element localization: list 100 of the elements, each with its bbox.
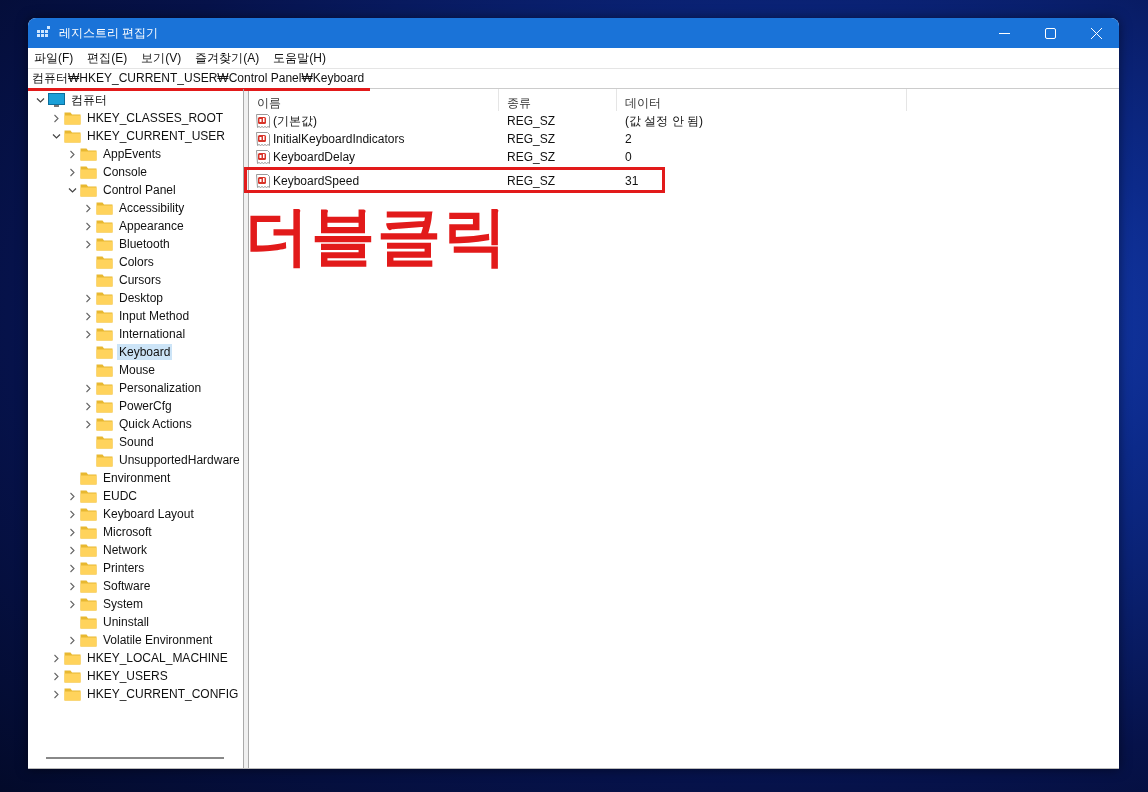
- menu-item[interactable]: 보기(V): [141, 49, 182, 67]
- column-header[interactable]: 데이터: [617, 89, 907, 111]
- expand-chevron-icon[interactable]: [83, 329, 93, 339]
- expand-chevron-icon[interactable]: [67, 545, 77, 555]
- column-header[interactable]: 종류: [499, 89, 617, 111]
- tree-item[interactable]: Input Method: [117, 308, 192, 324]
- expand-chevron-icon[interactable]: [83, 239, 93, 249]
- tree-item[interactable]: Personalization: [117, 380, 204, 396]
- annotation-caption: 더블클릭: [245, 204, 509, 268]
- folder-icon: [96, 255, 113, 269]
- expand-chevron-icon[interactable]: [83, 401, 93, 411]
- string-value-icon: [255, 131, 271, 147]
- expand-chevron-icon[interactable]: [67, 509, 77, 519]
- folder-icon: [96, 417, 113, 431]
- address-bar[interactable]: 컴퓨터₩HKEY_CURRENT_USER₩Control Panel₩Keyboard: [28, 70, 371, 91]
- menu-item[interactable]: 파일(F): [34, 49, 74, 67]
- folder-icon: [80, 633, 97, 647]
- tree-item[interactable]: Network: [101, 542, 149, 558]
- expand-chevron-icon[interactable]: [51, 113, 61, 123]
- close-icon: [1090, 27, 1102, 39]
- expand-chevron-icon[interactable]: [67, 581, 77, 591]
- expand-chevron-icon[interactable]: [67, 563, 77, 573]
- folder-icon: [80, 147, 97, 161]
- tree-item[interactable]: Bluetooth: [117, 236, 172, 252]
- tree-item[interactable]: System: [101, 596, 145, 612]
- value-name[interactable]: KeyboardSpeed: [273, 174, 360, 188]
- tree-item[interactable]: Accessibility: [117, 200, 187, 216]
- expand-chevron-icon[interactable]: [83, 311, 93, 321]
- folder-icon: [64, 129, 81, 143]
- expand-chevron-icon[interactable]: [67, 599, 77, 609]
- tree-item[interactable]: Quick Actions: [117, 416, 194, 432]
- tree-item[interactable]: International: [117, 326, 188, 342]
- folder-icon: [80, 525, 97, 539]
- value-name[interactable]: InitialKeyboardIndicators: [273, 132, 405, 146]
- tree-item[interactable]: Desktop: [117, 290, 166, 306]
- expand-chevron-icon[interactable]: [67, 491, 77, 501]
- tree-item[interactable]: HKEY_CURRENT_CONFIG: [85, 686, 241, 702]
- folder-icon: [80, 543, 97, 557]
- tree-item[interactable]: HKEY_USERS: [85, 668, 170, 684]
- tree-item[interactable]: Colors: [117, 254, 156, 270]
- folder-icon: [80, 471, 97, 485]
- column-header[interactable]: 이름: [249, 89, 499, 111]
- tree-item[interactable]: Volatile Environment: [101, 632, 215, 648]
- folder-icon: [64, 669, 81, 683]
- tree-item[interactable]: Mouse: [117, 362, 158, 378]
- collapse-chevron-icon[interactable]: [67, 185, 77, 195]
- tree-item[interactable]: 컴퓨터: [69, 92, 109, 108]
- menu-item[interactable]: 도움말(H): [273, 49, 326, 67]
- value-type: REG_SZ: [506, 132, 556, 146]
- tree-item[interactable]: PowerCfg: [117, 398, 174, 414]
- tree-item[interactable]: Console: [101, 164, 150, 180]
- expand-chevron-icon[interactable]: [51, 671, 61, 681]
- expand-chevron-icon[interactable]: [51, 653, 61, 663]
- value-data: 2: [624, 132, 633, 146]
- tree-item[interactable]: HKEY_LOCAL_MACHINE: [85, 650, 230, 666]
- tree-item[interactable]: Cursors: [117, 272, 163, 288]
- string-value-icon: [255, 173, 271, 189]
- folder-icon: [96, 309, 113, 323]
- value-name[interactable]: (기본값): [273, 112, 317, 130]
- folder-icon: [96, 273, 113, 287]
- tree-item[interactable]: Control Panel: [101, 182, 178, 198]
- tree-item[interactable]: EUDC: [101, 488, 139, 504]
- tree-item[interactable]: Uninstall: [101, 614, 152, 630]
- tree-item[interactable]: UnsupportedHardware: [117, 452, 242, 468]
- tree-item[interactable]: Microsoft: [101, 524, 154, 540]
- expand-chevron-icon[interactable]: [67, 527, 77, 537]
- folder-icon: [96, 237, 113, 251]
- expand-chevron-icon[interactable]: [83, 419, 93, 429]
- expand-chevron-icon[interactable]: [51, 689, 61, 699]
- computer-icon: [48, 92, 65, 108]
- folder-icon: [64, 111, 81, 125]
- value-name[interactable]: KeyboardDelay: [273, 150, 356, 164]
- scrollbar-thumb[interactable]: [46, 757, 224, 759]
- menu-item[interactable]: 즐겨찾기(A): [195, 49, 260, 67]
- collapse-chevron-icon[interactable]: [35, 95, 45, 105]
- registry-editor-logo-icon: [37, 26, 51, 40]
- tree-item[interactable]: HKEY_CLASSES_ROOT: [85, 110, 226, 126]
- tree-item[interactable]: Keyboard Layout: [101, 506, 196, 522]
- tree-item[interactable]: AppEvents: [101, 146, 164, 162]
- collapse-chevron-icon[interactable]: [51, 131, 61, 141]
- tree-item[interactable]: Keyboard: [117, 344, 173, 360]
- tree-item[interactable]: Software: [101, 578, 153, 594]
- folder-icon: [80, 165, 97, 179]
- folder-icon: [96, 363, 113, 377]
- tree-item[interactable]: Printers: [101, 560, 147, 576]
- tree-item[interactable]: Environment: [101, 470, 173, 486]
- tree-item[interactable]: HKEY_CURRENT_USER: [85, 128, 228, 144]
- expand-chevron-icon[interactable]: [83, 203, 93, 213]
- tree-item[interactable]: Appearance: [117, 218, 186, 234]
- folder-icon: [96, 201, 113, 215]
- menu-item[interactable]: 편집(E): [87, 49, 128, 67]
- tree-item[interactable]: Sound: [117, 434, 156, 450]
- expand-chevron-icon[interactable]: [67, 167, 77, 177]
- expand-chevron-icon[interactable]: [83, 383, 93, 393]
- folder-icon: [96, 327, 113, 341]
- expand-chevron-icon[interactable]: [83, 293, 93, 303]
- expand-chevron-icon[interactable]: [83, 221, 93, 231]
- expand-chevron-icon[interactable]: [67, 149, 77, 159]
- expand-chevron-icon[interactable]: [67, 635, 77, 645]
- folder-icon: [80, 489, 97, 503]
